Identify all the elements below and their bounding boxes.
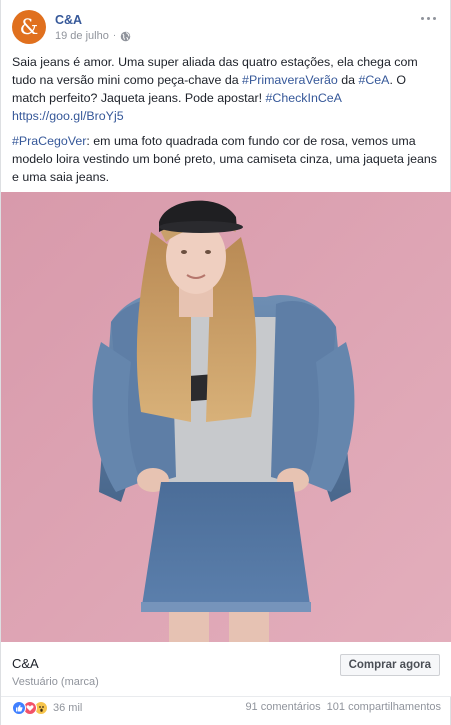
post-meta: C&A 19 de julho ·: [55, 10, 131, 43]
page-name-link[interactable]: C&A: [55, 12, 131, 28]
reaction-count: 36 mil: [53, 702, 83, 714]
reactions-summary[interactable]: 36 mil: [12, 701, 82, 715]
more-dot: [427, 16, 430, 20]
hashtag-link[interactable]: #CheckInCeA: [265, 91, 341, 105]
post-link-paragraph: https://goo.gl/BroYj5: [12, 107, 439, 125]
hashtag-link[interactable]: #PraCegoVer: [12, 134, 86, 148]
more-dot: [433, 16, 436, 20]
short-url-link[interactable]: https://goo.gl/BroYj5: [12, 109, 124, 123]
hashtag-link[interactable]: #CeA: [358, 73, 389, 87]
post-header: & C&A 19 de julho ·: [12, 10, 439, 46]
like-reaction-icon: [12, 701, 26, 715]
comments-count-link[interactable]: 91 comentários: [245, 701, 320, 713]
more-options-icon[interactable]: [421, 14, 439, 22]
post-photo[interactable]: [1, 192, 451, 642]
post-subline: 19 de julho ·: [55, 29, 131, 43]
globe-icon: [120, 31, 131, 41]
shares-count-link[interactable]: 101 compartilhamentos: [327, 701, 441, 713]
facebook-post: & C&A 19 de julho · Saia jeans é amor. U…: [0, 0, 451, 725]
hashtag-link[interactable]: #PrimaveraVerão: [242, 73, 338, 87]
page-avatar[interactable]: &: [12, 10, 46, 44]
post-date[interactable]: 19 de julho: [55, 29, 109, 43]
shop-now-button[interactable]: Comprar agora: [339, 654, 440, 676]
post-footer: 36 mil 91 comentários 101 compartilhamen…: [1, 697, 451, 725]
post-text-paragraph: Saia jeans é amor. Uma super aliada das …: [12, 53, 439, 107]
model-photo-illustration: [1, 192, 451, 642]
ca-logo-icon: &: [20, 15, 39, 39]
cta-page-category: Vestuário (marca): [12, 676, 99, 688]
cta-page-name[interactable]: C&A: [12, 656, 39, 671]
engagement-stats: 91 comentários 101 compartilhamentos: [245, 701, 441, 713]
text-segment: da: [337, 73, 359, 87]
svg-text:&: &: [20, 15, 39, 39]
more-dot: [421, 16, 424, 20]
date-separator: ·: [112, 30, 117, 41]
page-cta-bar: C&A Vestuário (marca) Comprar agora: [1, 642, 451, 697]
post-description-paragraph: #PraCegoVer: em uma foto quadrada com fu…: [12, 132, 439, 186]
